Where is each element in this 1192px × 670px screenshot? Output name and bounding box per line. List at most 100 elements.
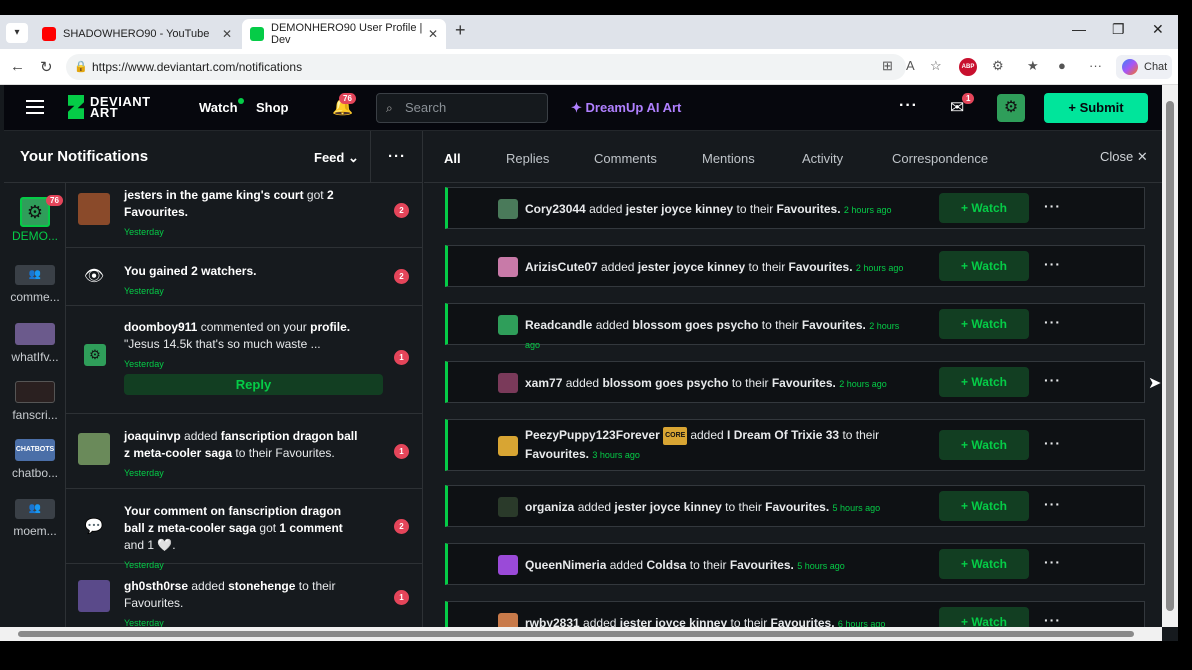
watch-button[interactable]: + Watch — [939, 367, 1029, 397]
more-options-icon[interactable]: ··· — [1044, 314, 1061, 330]
watch-button[interactable]: + Watch — [939, 309, 1029, 339]
watch-button[interactable]: + Watch — [939, 193, 1029, 223]
tab-activity[interactable]: Activity — [802, 151, 843, 166]
watch-button[interactable]: + Watch — [939, 430, 1029, 460]
scroll-thumb[interactable] — [1166, 101, 1174, 611]
folder-demonhero[interactable]: ⚙ 76 DEMO... — [4, 195, 66, 243]
list-item[interactable]: gh0sth0rse added stonehenge to their Fav… — [66, 564, 423, 627]
folder-moem[interactable]: 👥 moem... — [4, 499, 66, 538]
user-avatar[interactable] — [498, 373, 518, 393]
watch-link[interactable]: Watch — [199, 100, 238, 115]
username[interactable]: xam77 — [525, 376, 562, 390]
watch-button[interactable]: + Watch — [939, 251, 1029, 281]
work-title[interactable]: jester joyce kinney — [626, 202, 733, 216]
username[interactable]: rwby2831 — [525, 616, 580, 627]
deviantart-logo[interactable]: DEVIANT ART — [68, 95, 151, 119]
refresh-icon[interactable]: ↻ — [40, 58, 53, 76]
username[interactable]: QueenNimeria — [525, 558, 606, 572]
app-available-icon[interactable]: ⊞ — [882, 58, 893, 74]
user-avatar[interactable]: ⚙ — [997, 94, 1025, 122]
minimize-icon[interactable]: — — [1072, 21, 1086, 37]
feed-card[interactable]: xam77 added blossom goes psycho to their… — [445, 361, 1145, 403]
search-input[interactable]: ⌕ Search — [376, 93, 548, 123]
extensions-icon[interactable]: ⚙ — [992, 58, 1004, 74]
more-options-icon[interactable]: ··· — [899, 97, 918, 115]
more-options-icon[interactable]: ··· — [1044, 435, 1061, 451]
work-title[interactable]: jester joyce kinney — [620, 616, 727, 627]
more-options-icon[interactable]: ··· — [1044, 612, 1061, 627]
favorite-star-icon[interactable]: ☆ — [930, 58, 942, 74]
feed-card[interactable]: ArizisCute07 added jester joyce kinney t… — [445, 245, 1145, 287]
watch-button[interactable]: + Watch — [939, 491, 1029, 521]
url-field[interactable]: 🔒 https://www.deviantart.com/notificatio… — [66, 54, 906, 80]
vertical-scrollbar[interactable] — [1162, 85, 1178, 627]
tab-youtube[interactable]: SHADOWHERO90 - YouTube ✕ — [34, 19, 240, 49]
feed-card[interactable]: PeezyPuppy123Forever CORE added I Dream O… — [445, 419, 1145, 471]
user-avatar[interactable] — [498, 436, 518, 456]
shop-link[interactable]: Shop — [256, 100, 289, 115]
list-item[interactable]: joaquinvp added fanscription dragon ball… — [66, 414, 423, 489]
list-item[interactable]: 💬 Your comment on fanscription dragon ba… — [66, 489, 423, 570]
work-title[interactable]: jester joyce kinney — [638, 260, 745, 274]
feed-card[interactable]: Readcandle added blossom goes psycho to … — [445, 303, 1145, 350]
work-title[interactable]: blossom goes psycho — [632, 318, 758, 332]
folder-comments[interactable]: 👥 comme... — [4, 265, 66, 304]
folder-fanscription[interactable]: fanscri... — [4, 381, 66, 422]
tab-comments[interactable]: Comments — [594, 151, 657, 166]
tab-mentions[interactable]: Mentions — [702, 151, 755, 166]
settings-more-icon[interactable]: ··· — [1089, 58, 1102, 73]
username[interactable]: PeezyPuppy123Forever — [525, 428, 660, 442]
list-item[interactable]: 👁 You gained 2 watchers. Yesterday 2 — [66, 248, 423, 306]
adblock-icon[interactable]: ABP — [959, 58, 977, 76]
work-title[interactable]: blossom goes psycho — [602, 376, 728, 390]
work-title[interactable]: Coldsa — [646, 558, 686, 572]
restore-icon[interactable]: ❐ — [1112, 21, 1125, 38]
more-options-icon[interactable]: ··· — [1044, 554, 1061, 570]
user-avatar[interactable] — [498, 257, 518, 277]
profile-icon[interactable]: ● — [1058, 58, 1066, 73]
more-options-icon[interactable]: ··· — [1044, 496, 1061, 512]
copilot-chat-button[interactable]: Chat — [1116, 55, 1172, 79]
close-tab-icon[interactable]: ✕ — [428, 27, 438, 41]
tab-list-button[interactable]: ▾ — [6, 23, 28, 43]
user-avatar[interactable] — [498, 315, 518, 335]
feed-card[interactable]: rwby2831 added jester joyce kinney to th… — [445, 601, 1145, 627]
new-tab-button[interactable]: + — [455, 20, 466, 41]
close-window-icon[interactable]: ✕ — [1152, 21, 1164, 38]
dreamup-link[interactable]: ✦ DreamUp AI Art — [571, 100, 681, 116]
list-item[interactable]: jesters in the game king's court got 2 F… — [66, 183, 423, 248]
scroll-thumb[interactable] — [18, 631, 1134, 637]
user-avatar[interactable] — [498, 613, 518, 627]
reply-button[interactable]: Reply — [124, 374, 383, 395]
folder-whatif[interactable]: whatIfv... — [4, 323, 66, 364]
username[interactable]: Cory23044 — [525, 202, 586, 216]
favorites-icon[interactable]: ★ — [1027, 58, 1039, 74]
horizontal-scrollbar[interactable] — [0, 627, 1162, 641]
read-aloud-icon[interactable]: A — [906, 58, 915, 73]
user-avatar[interactable] — [498, 555, 518, 575]
hamburger-menu-icon[interactable] — [26, 100, 44, 114]
user-avatar[interactable] — [498, 497, 518, 517]
more-options-icon[interactable]: ··· — [1044, 256, 1061, 272]
user-avatar[interactable] — [498, 199, 518, 219]
back-icon[interactable]: ← — [10, 58, 25, 75]
watch-button[interactable]: + Watch — [939, 607, 1029, 627]
work-title[interactable]: jester joyce kinney — [614, 500, 721, 514]
list-item[interactable]: ⚙ doomboy911 commented on your profile. "… — [66, 306, 423, 414]
more-options-icon[interactable]: ··· — [1044, 198, 1061, 214]
feed-card[interactable]: QueenNimeria added Coldsa to their Favou… — [445, 543, 1145, 585]
feed-dropdown[interactable]: Feed ⌄ — [314, 150, 359, 166]
watch-button[interactable]: + Watch — [939, 549, 1029, 579]
tab-all[interactable]: All — [444, 151, 461, 166]
username[interactable]: organiza — [525, 500, 574, 514]
tab-deviantart[interactable]: DEMONHERO90 User Profile | Dev ✕ — [242, 19, 446, 49]
tab-correspondence[interactable]: Correspondence — [892, 151, 988, 166]
tab-replies[interactable]: Replies — [506, 151, 549, 166]
feed-card[interactable]: organiza added jester joyce kinney to th… — [445, 485, 1145, 527]
username[interactable]: Readcandle — [525, 318, 592, 332]
username[interactable]: ArizisCute07 — [525, 260, 598, 274]
submit-button[interactable]: + Submit — [1044, 93, 1148, 123]
more-options-icon[interactable]: ··· — [1044, 372, 1061, 388]
work-title[interactable]: I Dream Of Trixie 33 — [727, 428, 839, 442]
close-tab-icon[interactable]: ✕ — [222, 27, 232, 41]
